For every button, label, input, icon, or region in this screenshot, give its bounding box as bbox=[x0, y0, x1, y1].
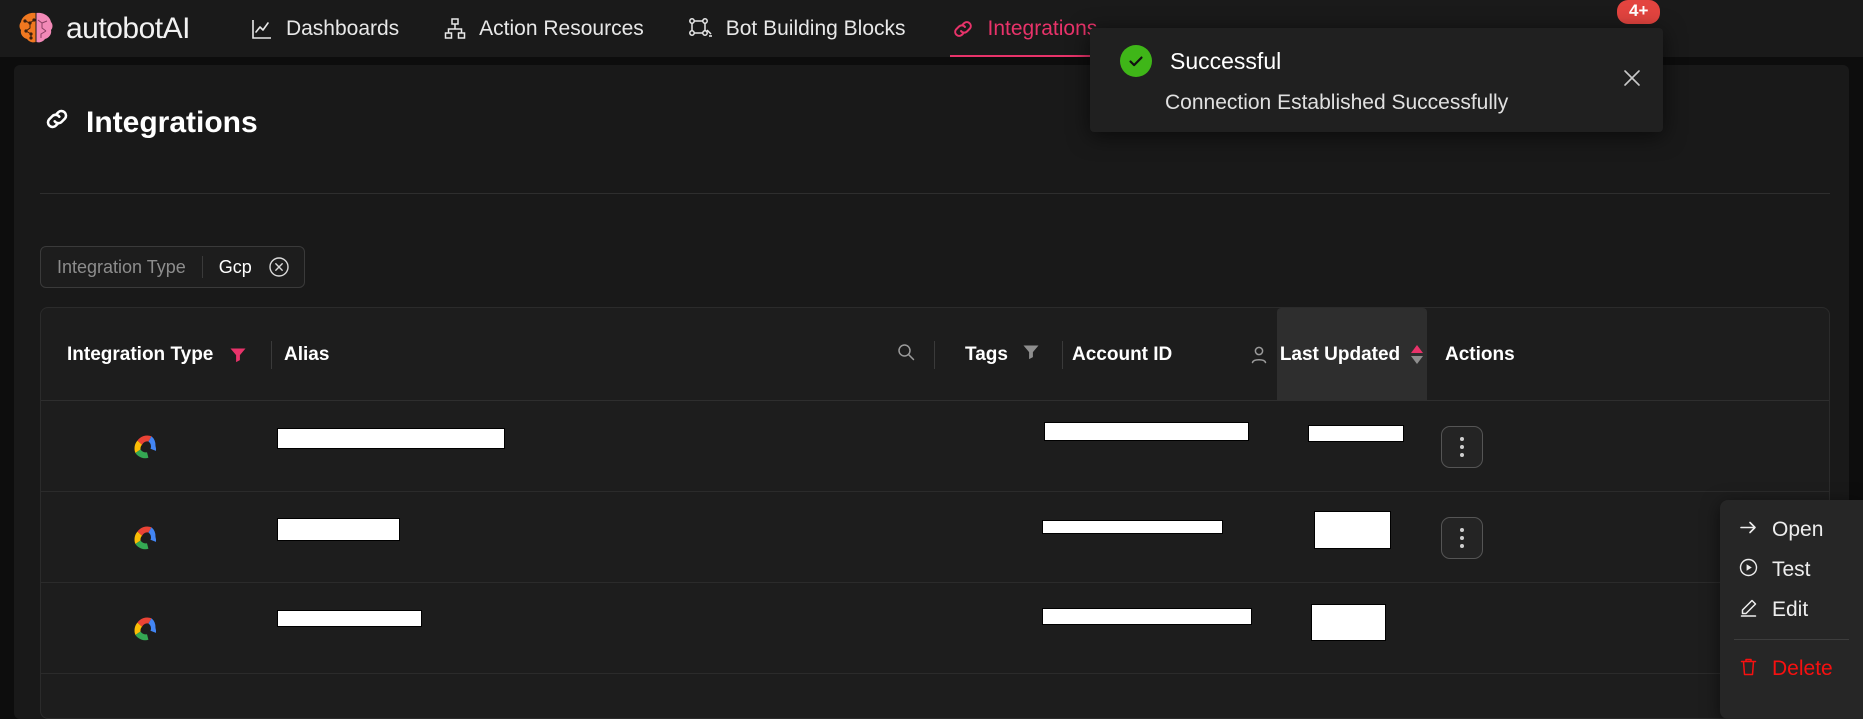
context-menu-item-label: Edit bbox=[1772, 598, 1809, 621]
column-header-search[interactable] bbox=[896, 308, 935, 401]
check-circle-icon bbox=[1120, 45, 1152, 77]
gcp-icon bbox=[129, 583, 161, 674]
alias-value-redacted bbox=[277, 610, 422, 627]
brand[interactable]: autobotAI bbox=[16, 9, 190, 49]
filter-row: Integration Type Gcp bbox=[40, 246, 305, 288]
nodes-icon bbox=[688, 17, 714, 41]
pencil-icon bbox=[1738, 597, 1759, 624]
last-updated-value-redacted bbox=[1311, 604, 1386, 641]
brand-name: autobotAI bbox=[66, 11, 190, 45]
filter-funnel-icon-active[interactable] bbox=[229, 346, 247, 364]
column-header-label: Actions bbox=[1445, 343, 1515, 365]
nav-item-label: Bot Building Blocks bbox=[725, 16, 906, 40]
header-separator bbox=[1061, 340, 1063, 369]
filter-chip-value: Gcp bbox=[218, 256, 252, 277]
header-divider bbox=[40, 193, 1830, 194]
alias-value-redacted bbox=[277, 518, 400, 541]
table-row[interactable] bbox=[41, 583, 1829, 674]
arrow-right-icon bbox=[1738, 517, 1759, 544]
column-header-label: Last Updated bbox=[1279, 343, 1401, 365]
sitemap-icon bbox=[443, 17, 467, 41]
filter-funnel-icon[interactable] bbox=[1022, 343, 1040, 367]
context-menu-item-edit[interactable]: Edit bbox=[1720, 590, 1863, 630]
page-container: Integrations Integration Type Gcp Integr… bbox=[14, 65, 1849, 719]
nav-item-action-resources[interactable]: Action Resources bbox=[443, 0, 644, 57]
filter-chip-separator bbox=[201, 256, 203, 278]
link-icon bbox=[950, 17, 976, 41]
row-actions-button[interactable] bbox=[1441, 492, 1483, 583]
gcp-icon bbox=[129, 492, 161, 583]
kebab-menu-icon[interactable] bbox=[1441, 425, 1483, 468]
column-header-account-id[interactable]: Account ID bbox=[1072, 308, 1172, 401]
nav-item-integrations[interactable]: Integrations bbox=[949, 0, 1100, 57]
column-header-tags[interactable]: Tags bbox=[965, 308, 1063, 401]
last-updated-value-redacted bbox=[1308, 425, 1404, 442]
column-header-label: Account ID bbox=[1072, 343, 1173, 365]
filter-chip-integration-type[interactable]: Integration Type Gcp bbox=[40, 246, 305, 288]
play-circle-icon bbox=[1738, 557, 1759, 584]
context-menu-item-delete[interactable]: Delete bbox=[1720, 649, 1863, 689]
kebab-menu-icon[interactable] bbox=[1441, 516, 1483, 559]
column-header-label: Integration Type bbox=[67, 343, 214, 365]
context-menu-item-label: Open bbox=[1772, 518, 1824, 541]
account-id-value-redacted bbox=[1042, 520, 1223, 534]
column-header-actions: Actions bbox=[1445, 308, 1515, 401]
close-icon[interactable] bbox=[1620, 66, 1644, 90]
context-menu-item-label: Test bbox=[1772, 558, 1811, 581]
nav-item-label: Dashboards bbox=[285, 16, 400, 40]
nav-item-bot-building-blocks[interactable]: Bot Building Blocks bbox=[688, 0, 906, 57]
table-header-row: Integration Type Alias Tags Account ID L… bbox=[41, 308, 1829, 401]
toast-message: Connection Established Successfully bbox=[1165, 91, 1509, 114]
last-updated-value-redacted bbox=[1314, 511, 1391, 549]
link-icon bbox=[42, 105, 72, 141]
column-header-label: Tags bbox=[965, 343, 1008, 365]
nav-item-label: Integrations bbox=[987, 16, 1098, 40]
nav-items: Dashboards Action Resources Bot Building… bbox=[250, 0, 1100, 57]
column-header-alias[interactable]: Alias bbox=[284, 308, 329, 401]
row-context-menu: Open Test Edit Delete bbox=[1720, 500, 1863, 719]
context-menu-item-label: Delete bbox=[1772, 657, 1833, 680]
table-row[interactable] bbox=[41, 492, 1829, 583]
integrations-table: Integration Type Alias Tags Account ID L… bbox=[40, 307, 1830, 719]
chart-line-icon bbox=[250, 17, 274, 41]
header-separator bbox=[271, 340, 273, 369]
alias-value-redacted bbox=[277, 428, 505, 449]
column-header-integration-type[interactable]: Integration Type bbox=[67, 308, 273, 401]
trash-icon bbox=[1738, 656, 1759, 683]
page-title-text: Integrations bbox=[86, 106, 258, 139]
nav-item-dashboards[interactable]: Dashboards bbox=[250, 0, 399, 57]
context-menu-item-open[interactable]: Open bbox=[1720, 510, 1863, 550]
nav-item-label: Action Resources bbox=[479, 16, 644, 40]
circle-x-icon[interactable] bbox=[268, 256, 290, 278]
context-menu-divider bbox=[1734, 639, 1849, 640]
account-id-value-redacted bbox=[1042, 608, 1252, 625]
row-actions-button[interactable] bbox=[1441, 401, 1483, 492]
search-icon[interactable] bbox=[896, 342, 916, 368]
gcp-icon bbox=[129, 401, 161, 492]
filter-chip-label: Integration Type bbox=[57, 256, 186, 277]
header-separator bbox=[934, 340, 935, 369]
table-row[interactable] bbox=[41, 401, 1829, 492]
brain-logo-icon bbox=[16, 9, 56, 49]
sort-arrows-icon[interactable] bbox=[1410, 345, 1424, 364]
context-menu-item-test[interactable]: Test bbox=[1720, 550, 1863, 590]
account-id-value-redacted bbox=[1044, 422, 1249, 441]
user-icon[interactable] bbox=[1248, 308, 1270, 401]
toast-header: Successful bbox=[1090, 28, 1663, 77]
column-header-label: Alias bbox=[284, 343, 330, 365]
toast-title: Successful bbox=[1170, 47, 1282, 74]
notification-badge[interactable]: 4+ bbox=[1617, 0, 1661, 24]
column-header-last-updated[interactable]: Last Updated bbox=[1277, 308, 1427, 401]
toast-notification: Successful Connection Established Succes… bbox=[1090, 28, 1663, 132]
